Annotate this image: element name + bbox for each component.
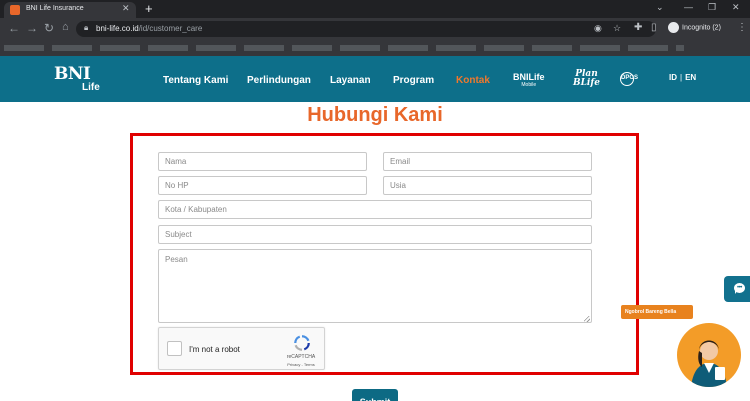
recaptcha-label: I'm not a robot	[189, 345, 240, 354]
bni-life-logo[interactable]: BNI Life	[54, 64, 100, 93]
logo-main: BNI	[54, 64, 91, 84]
recaptcha-checkbox[interactable]	[167, 341, 182, 356]
assistant-avatar[interactable]	[677, 323, 741, 387]
site-header: BNI Life Tentang Kami Perlindungan Layan…	[0, 56, 750, 102]
bookmark-star-icon[interactable]: ☆	[613, 23, 621, 34]
browser-toolbar: ← → ↻ ⌂ 🔒︎ bni-life.co.id/id/customer_ca…	[0, 18, 750, 40]
lang-en[interactable]: EN	[685, 73, 696, 82]
assistant-avatar-icon	[691, 340, 727, 387]
assistant-tag[interactable]: Ngobrol Bareng Bella	[621, 305, 693, 319]
browser-tab[interactable]: BNI Life Insurance ✕	[4, 2, 136, 18]
new-tab-icon[interactable]: +	[145, 1, 153, 17]
nav-kontak[interactable]: Kontak	[456, 75, 490, 86]
language-switch: ID | EN	[669, 73, 697, 82]
tab-title: BNI Life Insurance	[26, 5, 84, 12]
reload-icon[interactable]: ↻	[44, 21, 54, 35]
extensions-icon[interactable]: ✚	[634, 22, 642, 33]
menu-icon[interactable]: ⋮	[737, 22, 747, 33]
side-panel-icon[interactable]: ▯	[651, 22, 657, 33]
close-window-icon[interactable]: ✕	[732, 2, 740, 13]
home-icon[interactable]: ⌂	[62, 21, 69, 33]
lock-icon: 🔒︎	[84, 23, 89, 32]
kota-input[interactable]	[158, 200, 592, 219]
tab-close-icon[interactable]: ✕	[122, 3, 130, 14]
subject-input[interactable]	[158, 225, 592, 244]
tab-search-icon[interactable]: ⌄	[656, 2, 664, 13]
browser-tab-bar: BNI Life Insurance ✕ + ⌄ — ❐ ✕	[0, 0, 750, 18]
recaptcha-links[interactable]: Privacy - Terms	[277, 362, 325, 367]
bnilife-mobile-link[interactable]: BNILife Mobile	[513, 73, 545, 89]
site-favicon-icon	[10, 5, 20, 15]
submit-button[interactable]: Submit	[352, 389, 398, 401]
usia-input[interactable]	[383, 176, 592, 195]
address-bar[interactable]: 🔒︎ bni-life.co.id/id/customer_care ◉ ☆	[76, 21, 656, 37]
dpos-logo[interactable]: DPOS	[620, 72, 638, 86]
forward-icon[interactable]: →	[26, 21, 38, 35]
back-icon[interactable]: ←	[8, 21, 20, 35]
nav-layanan[interactable]: Layanan	[330, 75, 371, 86]
minimize-icon[interactable]: —	[684, 2, 693, 12]
nama-input[interactable]	[158, 152, 367, 171]
textarea-resize-handle[interactable]	[584, 316, 590, 322]
email-input[interactable]	[383, 152, 592, 171]
recaptcha-widget: I'm not a robot reCAPTCHA Privacy - Term…	[158, 327, 325, 370]
chat-button[interactable]: •••	[724, 276, 750, 302]
lang-id[interactable]: ID	[669, 73, 677, 82]
url-text: bni-life.co.id/id/customer_care	[96, 24, 203, 33]
nav-program[interactable]: Program	[393, 75, 434, 86]
eye-off-icon[interactable]: ◉	[594, 23, 602, 34]
pesan-textarea[interactable]	[158, 249, 592, 323]
recaptcha-icon	[294, 335, 310, 351]
chat-dots: •••	[737, 285, 742, 291]
plan-blife-link[interactable]: Plan BLife	[573, 70, 600, 88]
bookmarks-bar	[0, 40, 750, 56]
nav-perlindungan[interactable]: Perlindungan	[247, 75, 311, 86]
incognito-profile[interactable]: Incognito (2)	[668, 22, 721, 33]
page-title: Hubungi Kami	[307, 104, 443, 126]
restore-icon[interactable]: ❐	[708, 2, 716, 13]
recaptcha-brand: reCAPTCHA	[286, 354, 316, 360]
incognito-icon	[668, 22, 679, 33]
logo-sub: Life	[82, 82, 100, 93]
blurred-bookmarks	[4, 45, 684, 51]
no-hp-input[interactable]	[158, 176, 367, 195]
nav-tentang-kami[interactable]: Tentang Kami	[163, 75, 228, 86]
